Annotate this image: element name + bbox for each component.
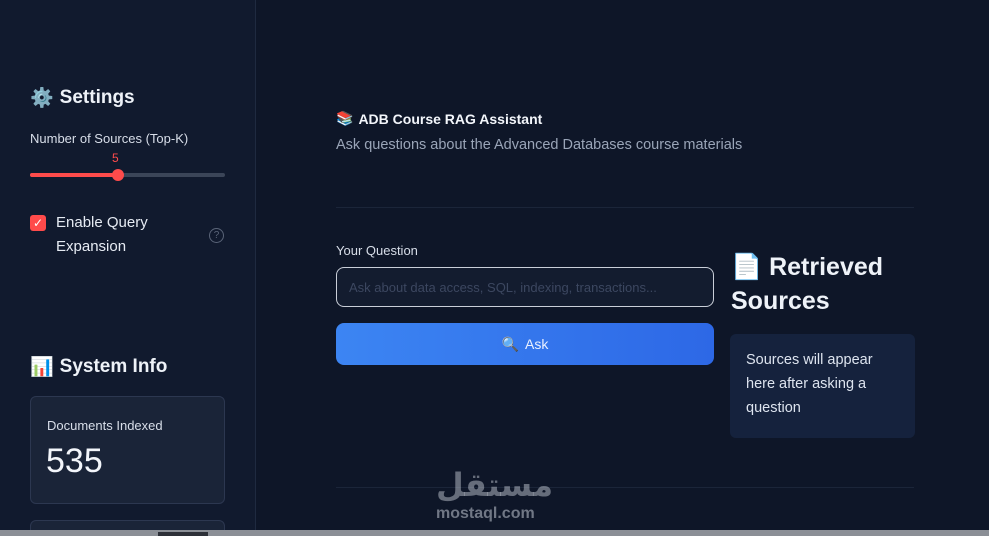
window-bottom-bar: [0, 530, 989, 536]
checkmark-icon: ✓: [32, 216, 44, 230]
top-k-slider-fill: [30, 173, 118, 177]
system-info-title: System Info: [59, 356, 168, 377]
divider: [336, 487, 914, 488]
books-icon: 📚: [336, 110, 354, 126]
page-subtitle: Ask questions about the Advanced Databas…: [336, 137, 743, 153]
sources-placeholder-card: Sources will appear here after asking a …: [730, 334, 915, 438]
retrieved-sources-heading: 📄 Retrieved Sources: [731, 250, 911, 318]
help-icon[interactable]: ?: [209, 228, 224, 243]
page-title: 📚 ADB Course RAG Assistant: [336, 110, 542, 127]
sidebar: ⚙️ Settings Number of Sources (Top-K) 5 …: [0, 0, 256, 536]
window-bottom-tab: [158, 532, 208, 536]
query-expansion-checkbox[interactable]: ✓: [30, 215, 46, 231]
query-expansion-toggle[interactable]: ✓ Enable Query Expansion: [30, 211, 230, 259]
documents-indexed-value: 535: [46, 442, 103, 480]
sources-empty-text: Sources will appear here after asking a …: [746, 352, 873, 416]
top-k-label: Number of Sources (Top-K): [30, 131, 189, 146]
page-title-text: ADB Course RAG Assistant: [358, 110, 543, 127]
settings-title: Settings: [59, 87, 135, 108]
divider: [336, 207, 914, 208]
top-k-value: 5: [112, 151, 119, 165]
ask-button[interactable]: 🔍 Ask: [336, 323, 714, 365]
documents-indexed-label: Documents Indexed: [47, 418, 163, 433]
system-info-heading: 📊 System Info: [30, 355, 167, 379]
ask-button-label: Ask: [525, 336, 549, 352]
documents-indexed-card: Documents Indexed 535: [30, 396, 225, 504]
watermark-text: mostaql.com: [436, 505, 535, 522]
app-window: ⚙️ Settings Number of Sources (Top-K) 5 …: [0, 0, 989, 536]
top-k-slider-thumb[interactable]: [111, 169, 124, 181]
question-label: Your Question: [336, 243, 418, 258]
settings-heading: ⚙️ Settings: [30, 86, 135, 110]
top-k-slider[interactable]: [30, 169, 225, 181]
query-expansion-label: Enable Query Expansion: [56, 214, 148, 255]
gear-icon: ⚙️: [30, 88, 54, 109]
search-icon: 🔍: [501, 335, 520, 352]
watermark-logo: مستقل: [436, 466, 554, 504]
bar-chart-icon: 📊: [30, 357, 54, 378]
document-icon: 📄: [731, 253, 763, 281]
question-input[interactable]: [336, 267, 714, 307]
